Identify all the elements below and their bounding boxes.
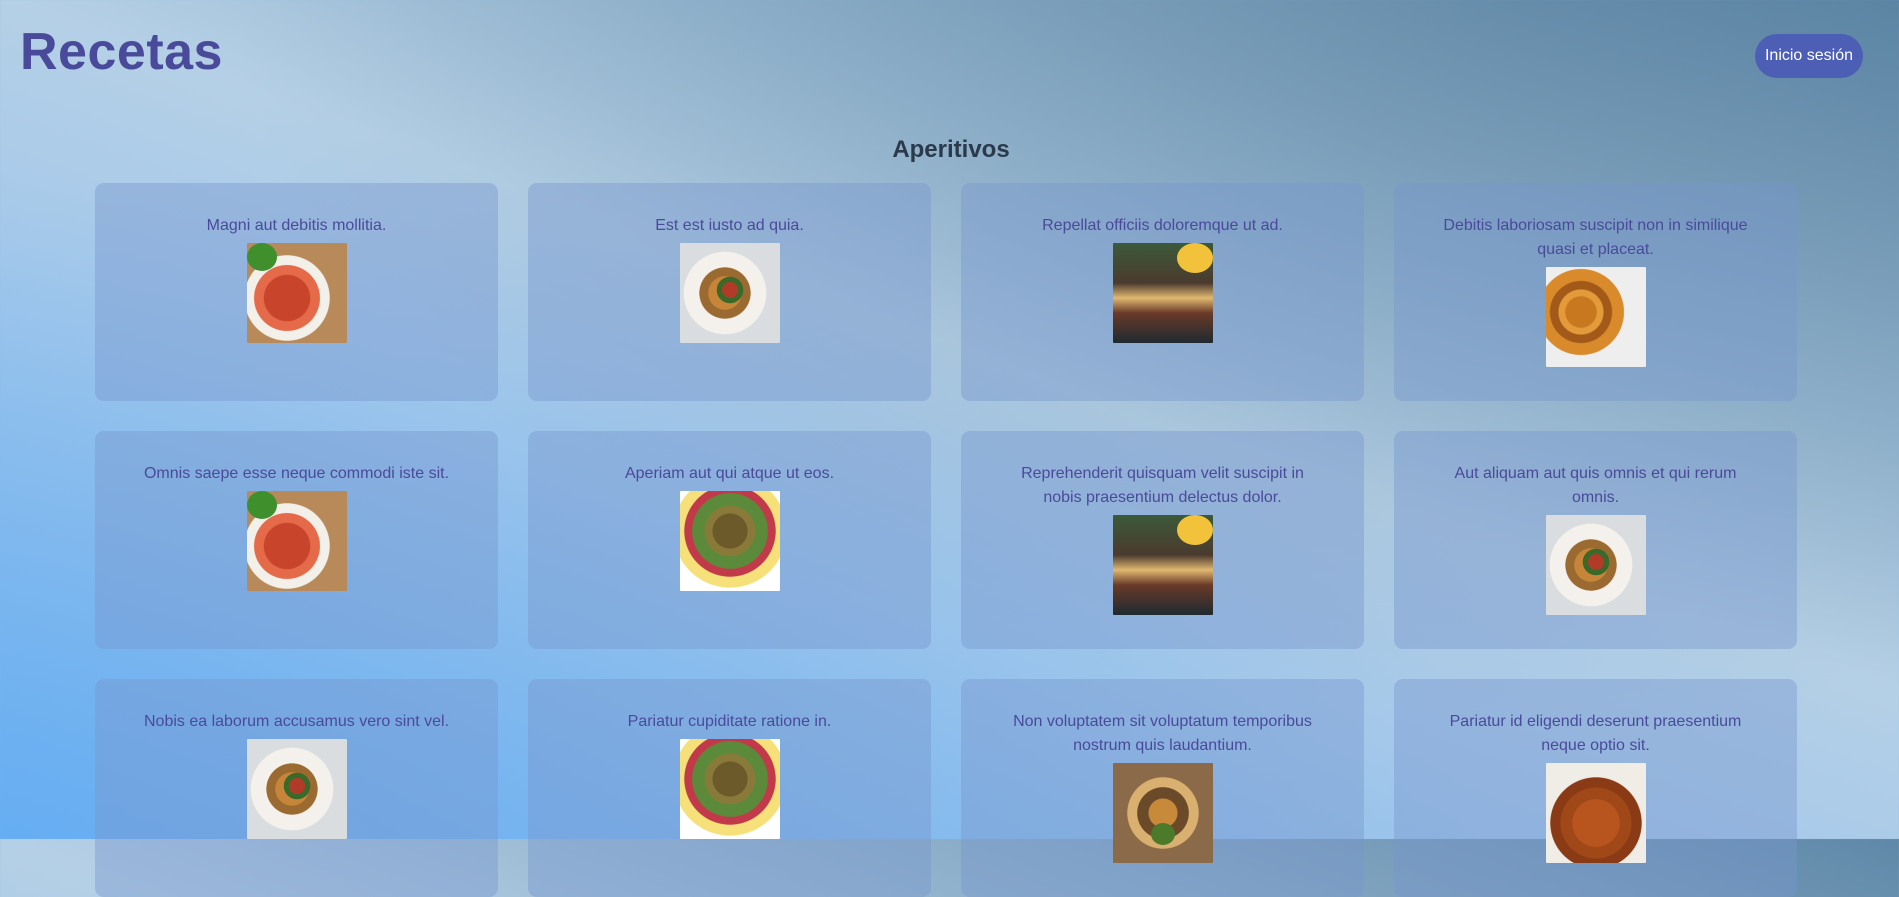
pasta-image[interactable] — [246, 739, 347, 839]
login-button[interactable]: Inicio sesión — [1755, 34, 1863, 78]
pasta-image[interactable] — [1545, 515, 1646, 615]
recipe-title[interactable]: Pariatur cupiditate ratione in. — [568, 710, 891, 734]
pasta-image[interactable] — [679, 243, 780, 343]
falafel-image[interactable] — [679, 491, 780, 591]
recipe-card[interactable]: Nobis ea laborum accusamus vero sint vel… — [95, 679, 498, 897]
recipe-card[interactable]: Est est iusto ad quia. — [528, 183, 931, 401]
recipe-card[interactable]: Omnis saepe esse neque commodi iste sit. — [95, 431, 498, 649]
recipe-title[interactable]: Aperiam aut qui atque ut eos. — [568, 462, 891, 486]
stew-image[interactable] — [1545, 763, 1646, 863]
lasagna-image[interactable] — [246, 491, 347, 591]
recipe-title[interactable]: Est est iusto ad quia. — [568, 214, 891, 238]
tacos-image[interactable] — [1112, 763, 1213, 863]
section-title: Aperitivos — [892, 136, 1010, 163]
falafel-image[interactable] — [679, 739, 780, 839]
tacos-image[interactable] — [1112, 515, 1213, 615]
recipe-title[interactable]: Debitis laboriosam suscipit non in simil… — [1434, 214, 1757, 262]
recipe-card[interactable]: Pariatur id eligendi deserunt praesentiu… — [1394, 679, 1797, 897]
recipe-title[interactable]: Reprehenderit quisquam velit suscipit in… — [1001, 462, 1324, 510]
recipe-title[interactable]: Nobis ea laborum accusamus vero sint vel… — [135, 710, 458, 734]
recipe-title[interactable]: Omnis saepe esse neque commodi iste sit. — [135, 462, 458, 486]
recipe-title[interactable]: Repellat officiis doloremque ut ad. — [1001, 214, 1324, 238]
recipe-card[interactable]: Aperiam aut qui atque ut eos. — [528, 431, 931, 649]
recipe-title[interactable]: Magni aut debitis mollitia. — [135, 214, 458, 238]
tacos-image[interactable] — [1112, 243, 1213, 343]
recipe-card[interactable]: Debitis laboriosam suscipit non in simil… — [1394, 183, 1797, 401]
recipe-card[interactable]: Reprehenderit quisquam velit suscipit in… — [961, 431, 1364, 649]
potatoes-image[interactable] — [1545, 267, 1646, 367]
recipe-grid: Magni aut debitis mollitia. Est est iust… — [95, 183, 1797, 897]
recipe-card[interactable]: Aut aliquam aut quis omnis et qui rerum … — [1394, 431, 1797, 649]
recipe-title[interactable]: Pariatur id eligendi deserunt praesentiu… — [1434, 710, 1757, 758]
recipe-card[interactable]: Magni aut debitis mollitia. — [95, 183, 498, 401]
lasagna-image[interactable] — [246, 243, 347, 343]
site-title[interactable]: Recetas — [20, 22, 223, 82]
recipe-title[interactable]: Aut aliquam aut quis omnis et qui rerum … — [1434, 462, 1757, 510]
recipe-card[interactable]: Repellat officiis doloremque ut ad. — [961, 183, 1364, 401]
recipe-card[interactable]: Non voluptatem sit voluptatum temporibus… — [961, 679, 1364, 897]
recipe-card[interactable]: Pariatur cupiditate ratione in. — [528, 679, 931, 897]
recipe-title[interactable]: Non voluptatem sit voluptatum temporibus… — [1001, 710, 1324, 758]
